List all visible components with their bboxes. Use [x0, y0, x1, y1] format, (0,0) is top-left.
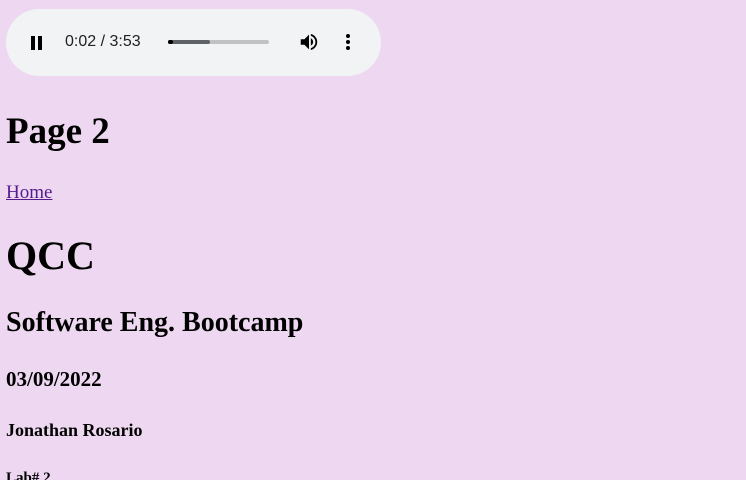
- volume-button[interactable]: [298, 31, 320, 53]
- lab-heading: Lab# 2: [6, 470, 51, 480]
- home-link[interactable]: Home: [6, 182, 52, 204]
- course-heading: Software Eng. Bootcamp: [6, 307, 304, 338]
- org-heading: QCC: [6, 233, 95, 278]
- date-heading: 03/09/2022: [6, 367, 102, 391]
- audio-played-bar: [168, 40, 174, 44]
- audio-player[interactable]: 0:02 / 3:53: [6, 9, 381, 76]
- audio-progress-slider[interactable]: [168, 40, 269, 44]
- audio-buffered-bar: [168, 40, 211, 44]
- pause-icon: [31, 36, 35, 50]
- more-vert-icon: [346, 34, 350, 38]
- author-heading: Jonathan Rosario: [6, 420, 143, 440]
- audio-time-display: 0:02 / 3:53: [65, 33, 141, 50]
- pause-button[interactable]: [28, 34, 48, 52]
- page-title: Page 2: [6, 111, 110, 152]
- volume-icon: [300, 33, 318, 51]
- more-options-button[interactable]: [339, 31, 359, 53]
